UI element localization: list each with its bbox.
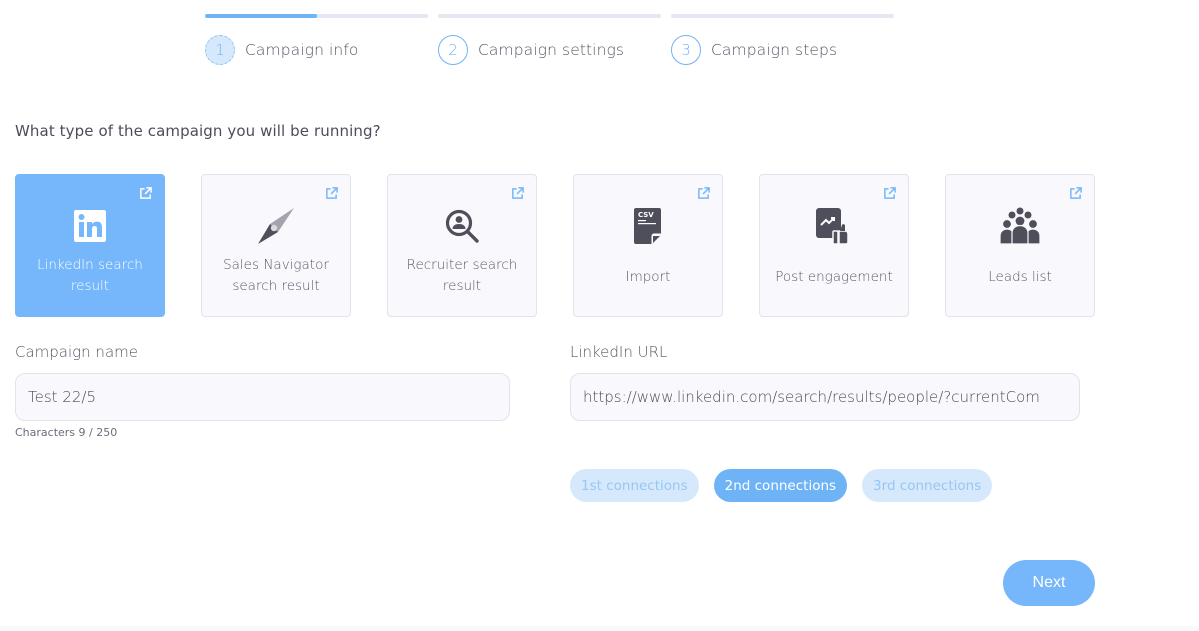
external-link-icon[interactable]	[883, 187, 896, 200]
external-link-icon[interactable]	[697, 187, 710, 200]
user-search-icon	[441, 205, 483, 247]
campaign-type-question: What type of the campaign you will be ru…	[15, 122, 381, 140]
campaign-type-cards: LinkedIn search result Sales Navigator s…	[15, 174, 1095, 317]
compass-icon	[255, 205, 297, 247]
step-campaign-steps[interactable]: 3 Campaign steps	[671, 14, 894, 65]
character-counter: Characters 9 / 250	[15, 426, 118, 439]
step-label: Campaign steps	[711, 41, 838, 59]
step-label: Campaign settings	[478, 41, 625, 59]
linkedin-url-input[interactable]: https://www.linkedin.com/search/results/…	[570, 373, 1080, 421]
step-progress-fill	[205, 14, 317, 18]
card-import[interactable]: CSV Import	[573, 174, 723, 317]
next-button[interactable]: Next	[1003, 560, 1095, 606]
card-linkedin-search[interactable]: LinkedIn search result	[15, 174, 165, 317]
card-leads-list[interactable]: Leads list	[945, 174, 1095, 317]
step-campaign-settings[interactable]: 2 Campaign settings	[438, 14, 661, 65]
step-number-badge: 1	[205, 35, 235, 65]
step-progress-bar	[671, 14, 894, 18]
step-campaign-info[interactable]: 1 Campaign info	[205, 14, 428, 65]
stepper: 1 Campaign info 2 Campaign settings 3 Ca…	[205, 14, 894, 65]
linkedin-url-label: LinkedIn URL	[570, 343, 668, 361]
footer-strip	[0, 626, 1199, 631]
card-label: Import	[625, 269, 671, 285]
card-label: Sales Navigator search result	[223, 257, 329, 294]
connection-filters: 1st connections 2nd connections 3rd conn…	[570, 469, 993, 502]
step-progress-bar	[205, 14, 428, 18]
csv-file-icon: CSV	[627, 205, 669, 247]
step-label: Campaign info	[245, 41, 359, 59]
card-sales-navigator[interactable]: Sales Navigator search result	[201, 174, 351, 317]
svg-text:CSV: CSV	[638, 211, 654, 219]
group-icon	[999, 205, 1041, 247]
filter-3rd-connections[interactable]: 3rd connections	[862, 469, 993, 502]
post-like-icon	[813, 205, 855, 247]
step-number-badge: 2	[438, 35, 468, 65]
step-number-badge: 3	[671, 35, 701, 65]
external-link-icon[interactable]	[139, 187, 152, 200]
card-label: LinkedIn search result	[37, 257, 143, 294]
external-link-icon[interactable]	[1069, 187, 1082, 200]
campaign-name-input[interactable]: Test 22/5	[15, 373, 510, 421]
card-recruiter-search[interactable]: Recruiter search result	[387, 174, 537, 317]
external-link-icon[interactable]	[325, 187, 338, 200]
campaign-name-label: Campaign name	[15, 343, 138, 361]
filter-1st-connections[interactable]: 1st connections	[570, 469, 699, 502]
card-post-engagement[interactable]: Post engagement	[759, 174, 909, 317]
card-label: Post engagement	[775, 269, 893, 285]
external-link-icon[interactable]	[511, 187, 524, 200]
step-progress-bar	[438, 14, 661, 18]
campaign-wizard-page: 1 Campaign info 2 Campaign settings 3 Ca…	[0, 0, 1199, 631]
card-label: Recruiter search result	[406, 257, 518, 294]
filter-2nd-connections[interactable]: 2nd connections	[713, 469, 848, 502]
linkedin-icon	[69, 205, 111, 247]
card-label: Leads list	[988, 269, 1052, 285]
